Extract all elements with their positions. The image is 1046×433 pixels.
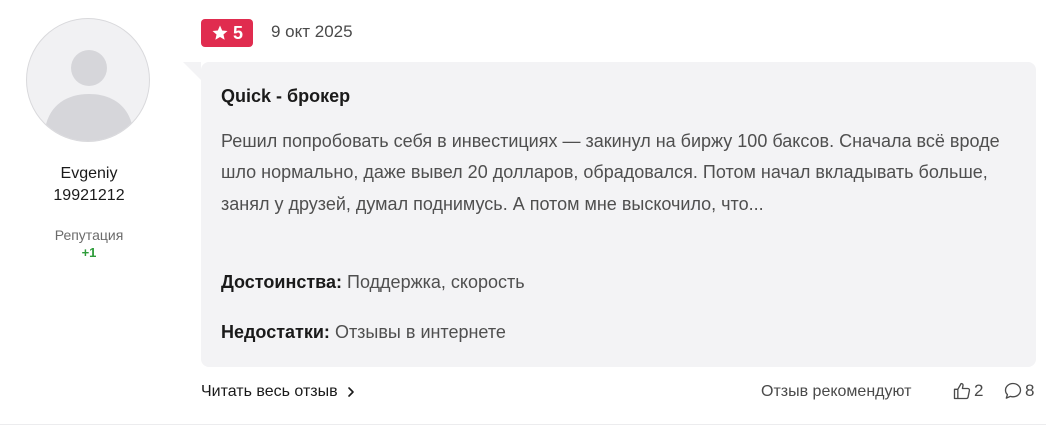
rating-value: 5 xyxy=(232,22,243,43)
chevron-right-icon xyxy=(347,387,354,397)
username[interactable]: Evgeniy 19921212 xyxy=(0,163,178,207)
user-silhouette-icon xyxy=(45,50,133,141)
reputation-value: +1 xyxy=(81,245,97,260)
username-line1[interactable]: Evgeniy xyxy=(0,163,178,185)
cons-label: Недостатки: xyxy=(221,322,330,342)
read-full-review-link[interactable]: Читать весь отзыв xyxy=(201,383,356,401)
review-text: Решил попробовать себя в инвестициях — з… xyxy=(221,131,1000,214)
likes-count: 2 xyxy=(974,381,984,400)
username-line2[interactable]: 19921212 xyxy=(0,185,178,207)
review-title[interactable]: Quick - брокер xyxy=(221,86,350,107)
review-pros: Достоинства: Поддержка, скорость xyxy=(221,272,525,293)
cons-value: Отзывы в интернете xyxy=(334,322,506,342)
like-button[interactable]: 2 xyxy=(952,381,983,401)
avatar[interactable] xyxy=(26,18,150,142)
review-cons: Недостатки: Отзывы в интернете xyxy=(221,322,506,343)
reputation-label: Репутация xyxy=(54,227,124,243)
review-date: 9 окт 2025 xyxy=(271,22,353,41)
divider xyxy=(0,424,1046,425)
comment-bubble-icon xyxy=(1004,382,1022,399)
recommend-label: Отзыв рекомендуют xyxy=(761,383,912,400)
card-tail xyxy=(183,62,201,80)
comments-button[interactable]: 8 xyxy=(1003,381,1034,401)
star-icon xyxy=(212,25,228,40)
rating-badge: 5 xyxy=(201,19,253,47)
read-more-label: Читать весь отзыв xyxy=(201,383,338,400)
pros-value: Поддержка, скорость xyxy=(347,272,525,292)
pros-label: Достоинства: xyxy=(221,272,342,292)
comments-count: 8 xyxy=(1025,381,1035,400)
thumbs-up-icon xyxy=(953,382,971,400)
